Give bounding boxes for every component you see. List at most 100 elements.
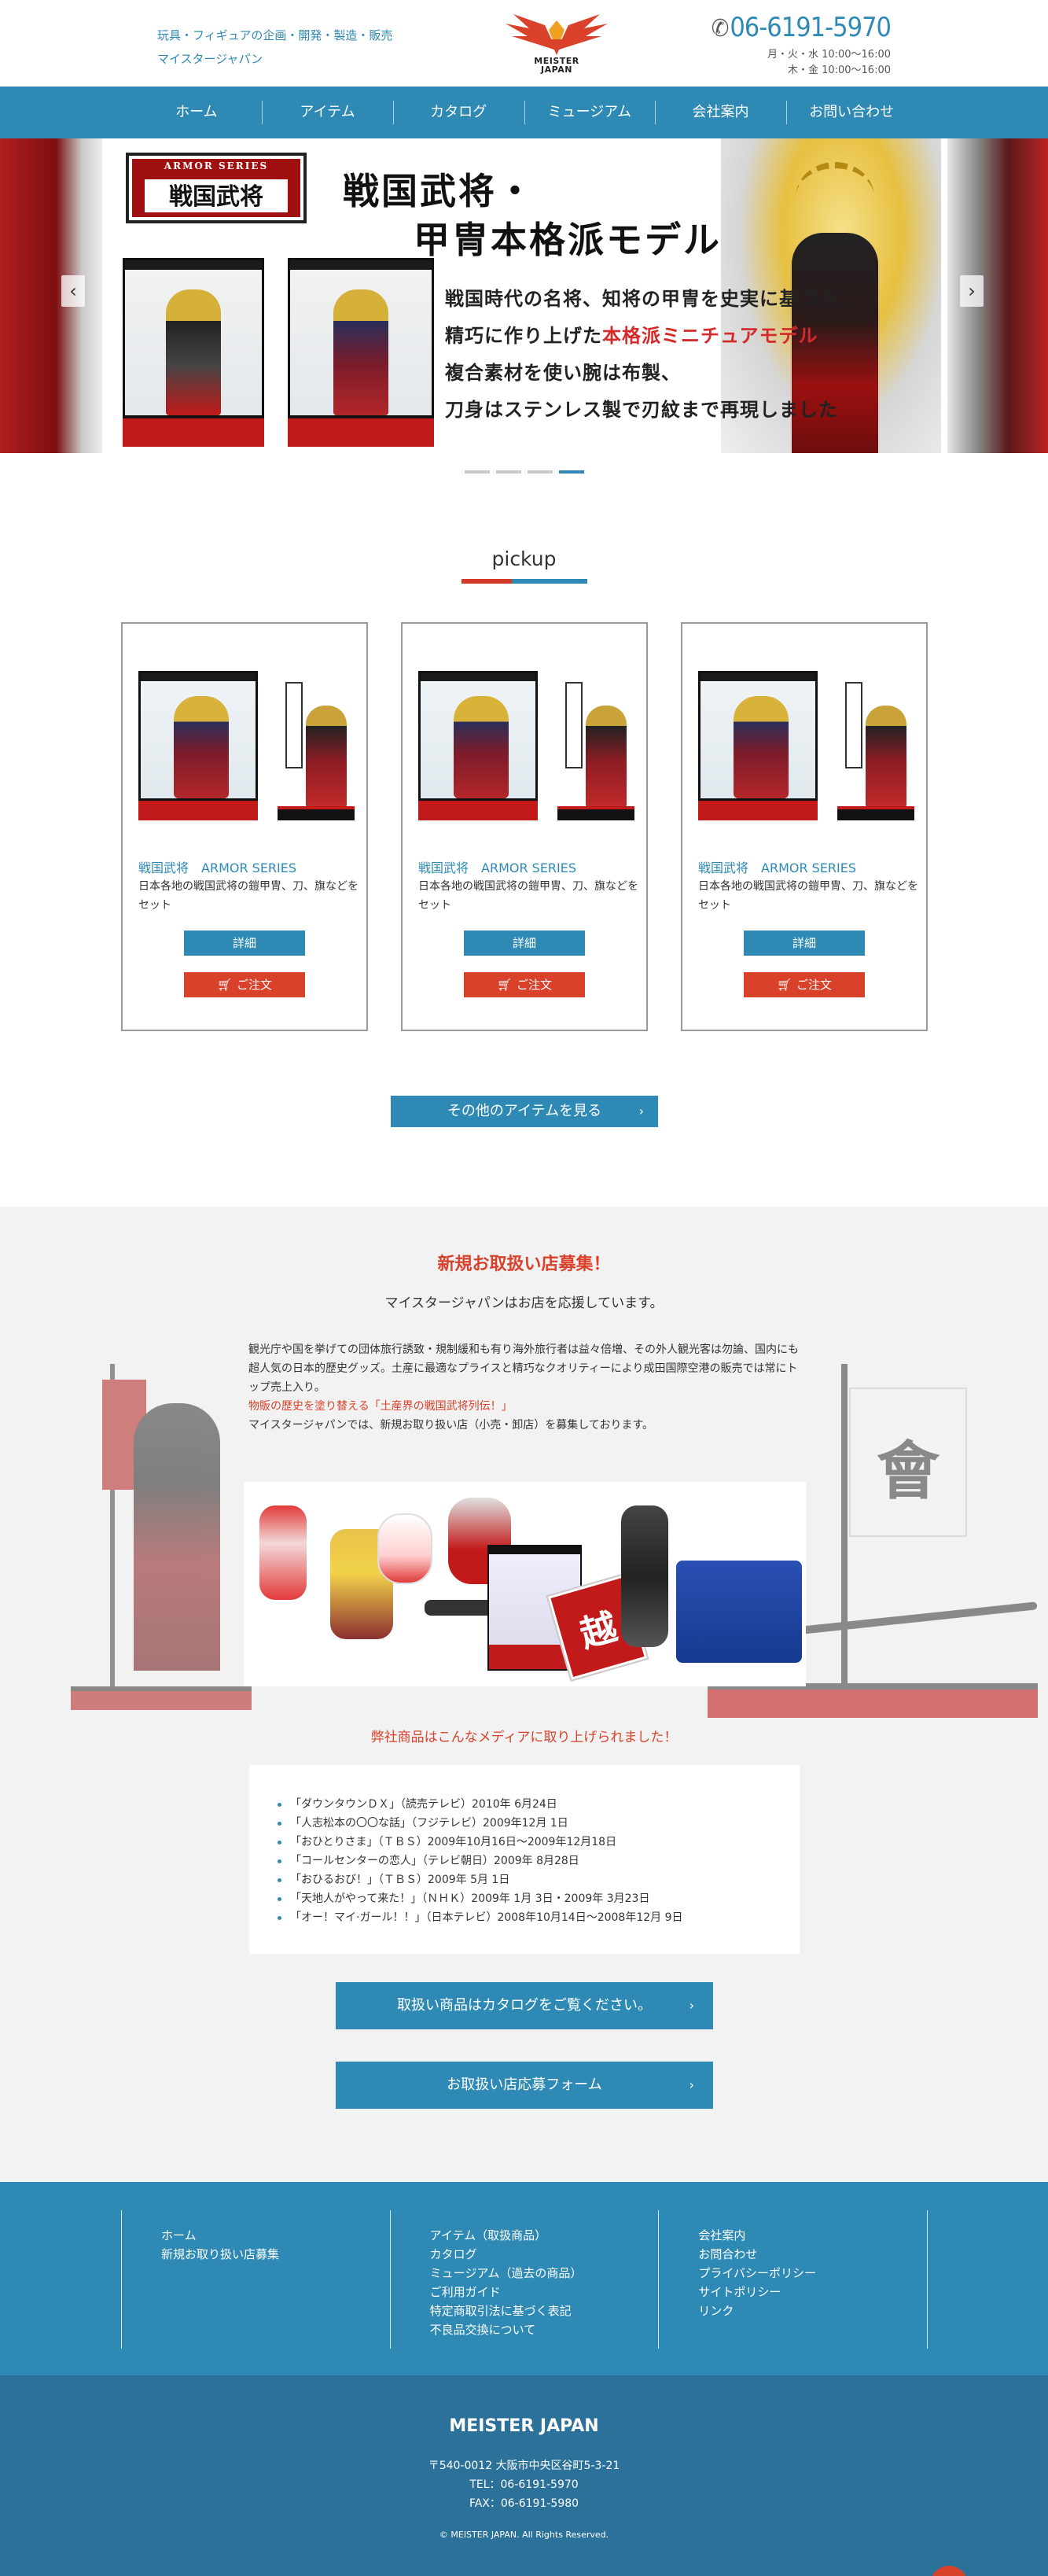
product-brand[interactable]: 戦国武将 ARMOR SERIES — [698, 857, 856, 876]
banner-copy: 戦国時代の名将、知将の甲冑を史実に基づき、 精巧に作り上げた本格派ミニチュアモデ… — [445, 280, 856, 428]
armor-figure — [333, 289, 388, 415]
phone-icon: ✆ — [711, 15, 730, 42]
wings-logo-icon — [506, 14, 608, 55]
product-description: 日本各地の戦国武将の鎧甲冑、刀、旗などをセット — [418, 880, 638, 912]
recruit-title: 新規お取扱い店募集！ — [437, 1255, 611, 1274]
cart-icon: 🛒︎ — [496, 978, 513, 992]
site-footer: MEISTER JAPAN 〒540-0012 大阪市中央区谷町5-3-21 T… — [0, 2375, 1048, 2576]
product-card: 戦国武将 ARMOR SERIES 日本各地の戦国武将の鎧甲冑、刀、旗などをセッ… — [121, 622, 368, 1031]
tagline-line-2: マイスタージャパン — [157, 52, 263, 66]
nav-item-catalog[interactable]: カタログ — [392, 87, 524, 138]
catalog-button[interactable]: 取扱い商品はカタログをご覧ください。 › — [336, 1982, 713, 2029]
product-brand[interactable]: 戦国武将 ARMOR SERIES — [138, 857, 296, 876]
hero-slider: ARMOR SERIES 戦国武将 戦国武将・ 甲冑本格派モデル 戦国時代の名将… — [0, 138, 1048, 453]
footer-link-exchange[interactable]: 不良品交換について — [430, 2320, 659, 2339]
slider-prev-button[interactable]: ‹ — [61, 275, 85, 307]
detail-button[interactable]: 詳細 — [464, 931, 585, 956]
order-button[interactable]: 🛒︎ ご注文 — [184, 972, 305, 997]
media-item: 「天地人がやって来た！」（ＮＨＫ）2009年 1月 3日・2009年 3月23日 — [278, 1889, 800, 1908]
nav-item-contact[interactable]: お問い合わせ — [785, 87, 917, 138]
banner-title-line-2: 甲冑本格派モデル — [414, 219, 722, 261]
footer-link-museum[interactable]: ミュージアム（過去の商品） — [430, 2264, 659, 2283]
site-logo[interactable]: MEISTER JAPAN — [498, 9, 616, 76]
global-nav: ホーム アイテム カタログ ミュージアム 会社案内 お問い合わせ — [0, 87, 1048, 138]
media-item: 「オー！マイ·ガール！！」（日本テレビ）2008年10月14日〜2008年12月… — [278, 1908, 800, 1927]
footer-link-recruit[interactable]: 新規お取り扱い店募集 — [161, 2245, 390, 2264]
product-description: 日本各地の戦国武将の鎧甲冑、刀、旗などをセット — [698, 880, 918, 912]
site-header: 玩具・フィギュアの企画・開発・製造・販売 マイスタージャパン MEISTER J… — [0, 0, 1048, 87]
pickup-cards: 戦国武将 ARMOR SERIES 日本各地の戦国武将の鎧甲冑、刀、旗などをセッ… — [121, 622, 928, 1031]
nav-item-company[interactable]: 会社案内 — [655, 87, 786, 138]
recruit-section: 會 新規お取扱い店募集！ マイスタージャパンはお店を応援しています。 観光庁や国… — [0, 1207, 1048, 2182]
phone-number[interactable]: ✆06-6191-5970 — [711, 9, 892, 47]
chevron-right-icon: › — [638, 1104, 644, 1118]
footer-link-home[interactable]: ホーム — [161, 2226, 390, 2245]
business-hours-2: 木・金 10:00〜16:00 — [787, 64, 891, 76]
footer-link-contact[interactable]: お問合わせ — [698, 2245, 927, 2264]
pickup-title: pickup — [491, 547, 557, 570]
slider-dots — [0, 470, 1048, 474]
footer-link-site-policy[interactable]: サイトポリシー — [698, 2283, 927, 2301]
banner-copy-accent: 本格派ミニチュアモデル — [602, 324, 818, 347]
hero-banner[interactable]: ARMOR SERIES 戦国武将 戦国武将・ 甲冑本格派モデル 戦国時代の名将… — [105, 138, 943, 453]
slider-dot[interactable] — [464, 470, 490, 474]
media-item: 「おひとりさま」（ＴＢＳ）2009年10月16日〜2009年12月18日 — [278, 1833, 800, 1852]
slider-dot[interactable] — [527, 470, 553, 474]
footer-link-guide[interactable]: ご利用ガイド — [430, 2283, 659, 2301]
media-item: 「人志松本の〇〇な話」（フジテレビ）2009年12月 1日 — [278, 1814, 800, 1833]
product-card: 戦国武将 ARMOR SERIES 日本各地の戦国武将の鎧甲冑、刀、旗などをセッ… — [681, 622, 928, 1031]
banner-copy-line-3: 複合素材を使い腕は布製、 — [445, 361, 681, 384]
footer-link-items[interactable]: アイテム（取扱商品） — [430, 2226, 659, 2245]
order-label: ご注文 — [517, 978, 553, 992]
footer-tel: TEL：06-6191-5970 — [469, 2478, 579, 2491]
series-title: 戦国武将 — [145, 179, 288, 212]
series-label: ARMOR SERIES 戦国武将 — [126, 153, 307, 223]
slider-next-button[interactable]: › — [960, 275, 984, 307]
phone-text: 06-6191-5970 — [730, 12, 892, 43]
product-image[interactable] — [698, 666, 914, 824]
product-lineup-image: 越 — [244, 1482, 806, 1686]
slider-dot-active[interactable] — [558, 470, 584, 474]
nav-item-home[interactable]: ホーム — [131, 87, 263, 138]
banner-copy-line-1: 戦国時代の名将、知将の甲冑を史実に基づき、 — [445, 287, 857, 310]
footer-fax: FAX：06-6191-5980 — [469, 2497, 579, 2510]
background-armor-image — [71, 1364, 252, 1710]
order-label: ご注文 — [796, 978, 833, 992]
slider-dot[interactable] — [495, 470, 521, 474]
nav-item-items[interactable]: アイテム — [262, 87, 393, 138]
detail-button[interactable]: 詳細 — [744, 931, 865, 956]
product-image[interactable] — [418, 666, 634, 824]
footer-link-links[interactable]: リンク — [698, 2301, 927, 2320]
media-title: 弊社商品はこんなメディアに取り上げられました！ — [370, 1730, 678, 1745]
display-case-image — [288, 258, 434, 447]
recruit-body-highlight: 物販の歴史を塗り替える「土産界の戦国武将列伝！」 — [248, 1400, 513, 1413]
footer-link-legal[interactable]: 特定商取引法に基づく表記 — [430, 2301, 659, 2320]
footer-link-privacy[interactable]: プライバシーポリシー — [698, 2264, 927, 2283]
recruit-body: 観光庁や国を挙げての団体旅行誘致・規制緩和も有り海外旅行者は益々倍増、その外人観… — [248, 1340, 799, 1435]
footer-link-catalog[interactable]: カタログ — [430, 2245, 659, 2264]
banner-copy-2a: 精巧に作り上げた — [445, 324, 602, 347]
recruit-subtitle: マイスタージャパンはお店を応援しています。 — [384, 1295, 664, 1311]
cart-icon: 🛒︎ — [776, 978, 792, 992]
flag-crest: 會 — [877, 1435, 940, 1508]
product-card: 戦国武将 ARMOR SERIES 日本各地の戦国武将の鎧甲冑、刀、旗などをセッ… — [401, 622, 648, 1031]
footer-nav: ホーム 新規お取り扱い店募集 アイテム（取扱商品） カタログ ミュージアム（過去… — [0, 2182, 1048, 2375]
banner-copy-line-2: 精巧に作り上げた本格派ミニチュアモデル — [445, 317, 856, 354]
detail-button[interactable]: 詳細 — [184, 931, 305, 956]
footer-link-company[interactable]: 会社案内 — [698, 2226, 927, 2245]
more-items-button[interactable]: その他のアイテムを見る › — [391, 1096, 658, 1127]
apply-form-button[interactable]: お取扱い店応募フォーム › — [336, 2062, 713, 2109]
nav-item-museum[interactable]: ミュージアム — [524, 87, 656, 138]
pickup-section: pickup 戦国武将 ARMOR SERIES 日本各地の戦国武将の鎧甲冑、刀… — [0, 453, 1048, 1192]
product-image[interactable] — [138, 666, 355, 824]
footer-brand: MEISTER JAPAN — [449, 2416, 599, 2436]
footer-address: 〒540-0012 大阪市中央区谷町5-3-21 — [428, 2460, 620, 2472]
banner-title: 戦国武将・ 甲冑本格派モデル — [343, 167, 722, 264]
order-button[interactable]: 🛒︎ ご注文 — [744, 972, 865, 997]
product-brand[interactable]: 戦国武将 ARMOR SERIES — [418, 857, 576, 876]
media-list: 「ダウンタウンＤＸ」（読売テレビ）2010年 6月24日 「人志松本の〇〇な話」… — [278, 1795, 800, 1927]
series-name: ARMOR SERIES — [164, 160, 269, 171]
more-items-label: その他のアイテムを見る — [447, 1103, 602, 1119]
footer-col-3: 会社案内 お問合わせ プライバシーポリシー サイトポリシー リンク — [658, 2210, 928, 2349]
order-button[interactable]: 🛒︎ ご注文 — [464, 972, 585, 997]
